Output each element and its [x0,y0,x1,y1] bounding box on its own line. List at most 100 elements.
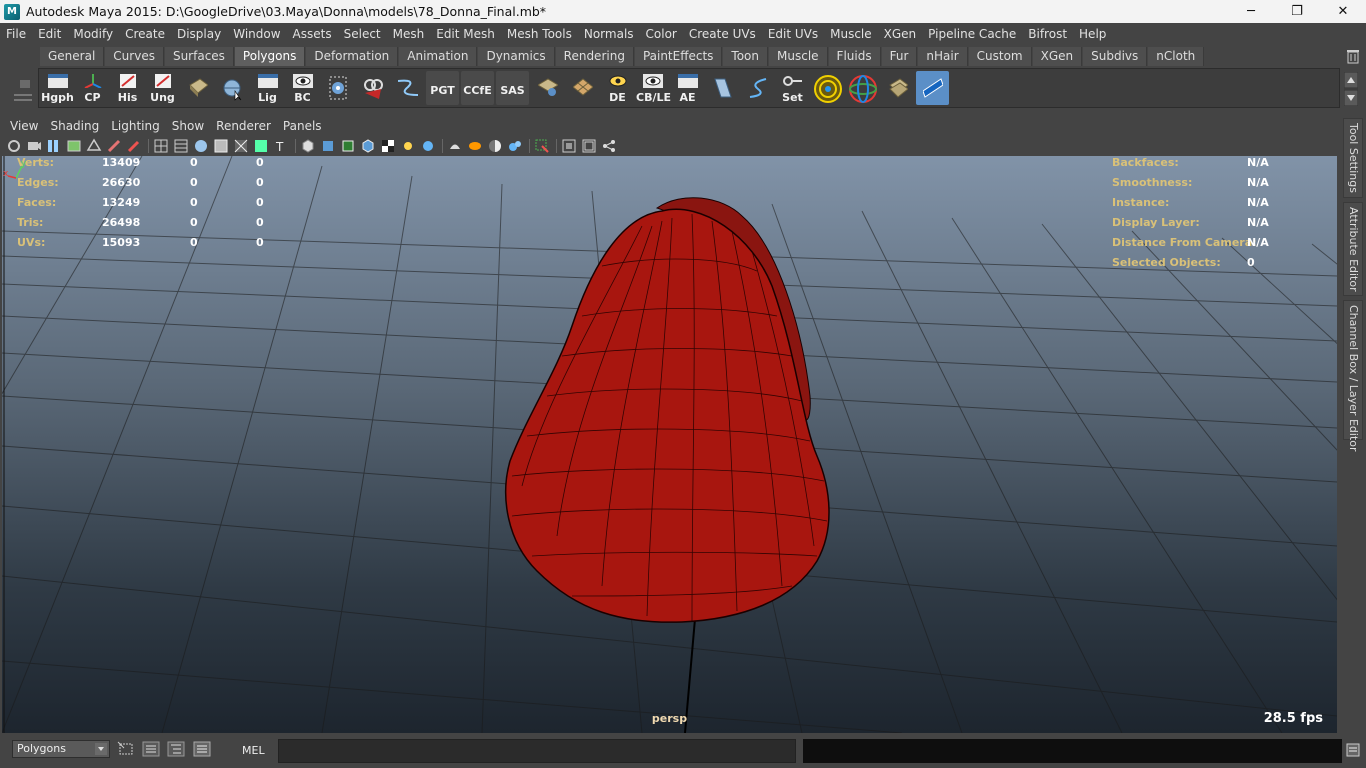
menu-mesh-tools[interactable]: Mesh Tools [501,27,578,41]
hypergraph-button[interactable]: Hgph [41,71,74,105]
menu-file[interactable]: File [0,27,32,41]
panel-menu-panels[interactable]: Panels [277,119,328,133]
shelf-tab-animation[interactable]: Animation [399,47,478,66]
perspective-viewport[interactable]: Verts: 13409 0 0 Edges: 26630 0 0 Faces:… [2,156,1337,733]
close-button[interactable]: ✕ [1320,0,1366,23]
hypershade-list-icon[interactable] [166,740,186,758]
outliner-icon[interactable] [141,740,161,758]
menu-xgen[interactable]: XGen [878,27,923,41]
image-plane-icon[interactable] [66,138,82,154]
trash-icon[interactable] [1346,48,1360,64]
cube-icon[interactable] [300,138,316,154]
panel-menu-renderer[interactable]: Renderer [210,119,277,133]
particle-button[interactable] [321,71,354,105]
channel-box-eye-button[interactable]: CB/LE [636,71,671,105]
select-camera-icon[interactable] [6,138,22,154]
center-pivot-button[interactable]: CP [76,71,109,105]
shelf-tab-muscle[interactable]: Muscle [769,47,828,66]
shelf-scroll-arrows-icon[interactable] [1344,72,1358,106]
shelf-tab-rendering[interactable]: Rendering [555,47,634,66]
all-lights-icon[interactable] [420,138,436,154]
rigid-camera-button[interactable] [356,71,389,105]
menu-edit[interactable]: Edit [32,27,67,41]
target-button[interactable] [811,71,844,105]
globe-cursor-button[interactable] [216,71,249,105]
camera-attributes-icon[interactable] [26,138,42,154]
texture-icon[interactable]: T [273,138,289,154]
shelf-tab-surfaces[interactable]: Surfaces [164,47,234,66]
book-button[interactable] [181,71,214,105]
shelf-tab-toon[interactable]: Toon [723,47,769,66]
shelf-tab-painteffects[interactable]: PaintEffects [634,47,723,66]
display-eye-button[interactable]: DE [601,71,634,105]
gate-mask-icon[interactable] [581,138,597,154]
pgt-button[interactable]: PGT [426,71,459,105]
wire-cube-icon[interactable] [340,138,356,154]
books-button[interactable] [881,71,914,105]
paint-brush-icon[interactable] [126,138,142,154]
shelf-tab-custom[interactable]: Custom [968,47,1032,66]
shelf-tab-fluids[interactable]: Fluids [828,47,881,66]
default-light-icon[interactable] [400,138,416,154]
wireframe-on-shaded-icon[interactable] [233,138,249,154]
sas-button[interactable]: SAS [496,71,529,105]
bookmarks-icon[interactable] [46,138,62,154]
two-d-pan-zoom-icon[interactable] [86,138,102,154]
solid-cube-icon[interactable] [320,138,336,154]
panel-menu-show[interactable]: Show [166,119,210,133]
menu-modify[interactable]: Modify [67,27,119,41]
panel-menu-lighting[interactable]: Lighting [105,119,166,133]
grease-pencil-icon[interactable] [106,138,122,154]
grid-toggle-icon[interactable] [173,138,189,154]
restore-button[interactable]: ❐ [1274,0,1320,23]
shelf-menu-grip-icon[interactable] [12,72,34,106]
shelf-tab-xgen[interactable]: XGen [1032,47,1083,66]
mel-label[interactable]: MEL [242,744,265,757]
menu-create[interactable]: Create [119,27,171,41]
shelf-tab-ncloth[interactable]: nCloth [1148,47,1205,66]
xray-select-icon[interactable] [534,138,550,154]
set-key-button[interactable]: Set [776,71,809,105]
menu-edit-uvs[interactable]: Edit UVs [762,27,824,41]
isolate-icon[interactable] [253,138,269,154]
curve-button[interactable] [391,71,424,105]
menu-color[interactable]: Color [640,27,683,41]
menu-muscle[interactable]: Muscle [824,27,878,41]
menu-window[interactable]: Window [227,27,286,41]
menu-normals[interactable]: Normals [578,27,640,41]
tab-attribute-editor[interactable]: Attribute Editor [1343,202,1363,296]
rotate-gizmo-button[interactable] [846,71,879,105]
mel-command-input[interactable] [278,739,796,763]
menu-create-uvs[interactable]: Create UVs [683,27,762,41]
shelf-tab-fur[interactable]: Fur [881,47,918,66]
ccfe-button[interactable]: CCfE [461,71,494,105]
menu-help[interactable]: Help [1073,27,1112,41]
panel-menu-shading[interactable]: Shading [44,119,105,133]
shelf-tab-curves[interactable]: Curves [105,47,164,66]
shelf-tab-subdivs[interactable]: Subdivs [1083,47,1148,66]
flat-shade-icon[interactable] [213,138,229,154]
menu-select[interactable]: Select [338,27,387,41]
eye-button[interactable]: BC [286,71,319,105]
swirl-curve-button[interactable] [741,71,774,105]
tab-tool-settings[interactable]: Tool Settings [1343,118,1363,198]
shelf-tab-general[interactable]: General [40,47,105,66]
smooth-shade-icon[interactable] [193,138,209,154]
wireframe-icon[interactable] [153,138,169,154]
resolution-gate-icon[interactable] [561,138,577,154]
menu-edit-mesh[interactable]: Edit Mesh [430,27,501,41]
menu-set-dropdown[interactable]: Polygons [12,740,110,758]
textured-cube-icon[interactable] [360,138,376,154]
snap-icon[interactable] [116,740,136,758]
donna-model[interactable] [505,197,830,623]
antialias-icon[interactable] [507,138,523,154]
tab-channel-box-layer-editor[interactable]: Channel Box / Layer Editor [1343,300,1363,452]
light-button[interactable]: Lig [251,71,284,105]
menu-display[interactable]: Display [171,27,227,41]
uv-tiles-button[interactable] [566,71,599,105]
script-editor-icon[interactable] [1346,743,1360,757]
motion-blur-icon[interactable] [487,138,503,154]
ungroup-button[interactable]: Ung [146,71,179,105]
shadows-icon[interactable] [447,138,463,154]
checker-icon[interactable] [380,138,396,154]
